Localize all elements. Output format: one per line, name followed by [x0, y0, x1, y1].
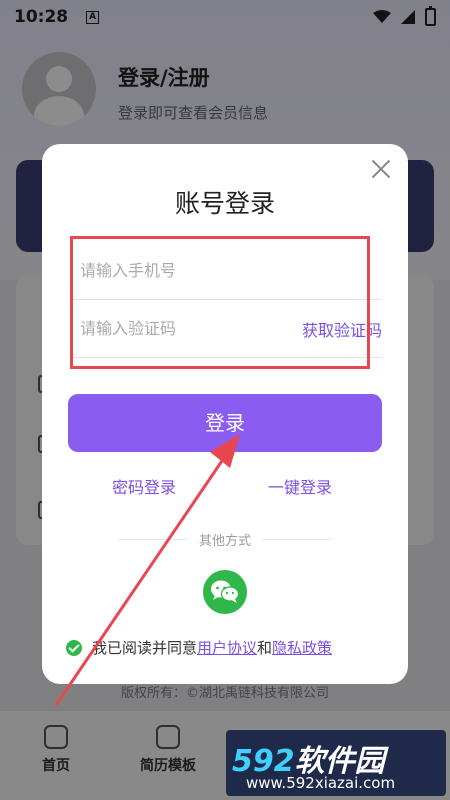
watermark-url: www.592xiazai.com: [246, 774, 396, 792]
dialog-title: 账号登录: [174, 189, 275, 218]
copyright-text: 版权所有：©湖北禹链科技有限公司: [120, 686, 329, 701]
user-agreement-link[interactable]: 用户协议: [197, 637, 257, 658]
close-icon[interactable]: [370, 158, 392, 180]
agreement-row: 我已阅读并同意 用户协议 和 隐私政策: [66, 637, 332, 658]
wechat-login-button[interactable]: [203, 570, 247, 614]
login-button[interactable]: 登录: [68, 394, 382, 452]
other-methods-label: 其他方式: [198, 534, 251, 549]
privacy-policy-link[interactable]: 隐私政策: [272, 637, 332, 658]
one-click-login-link[interactable]: 一键登录: [268, 474, 332, 498]
phone-field: [70, 242, 382, 300]
wechat-icon: [211, 580, 240, 603]
phone-input[interactable]: [70, 242, 382, 299]
agree-checkbox[interactable]: [66, 639, 82, 656]
get-code-button[interactable]: 获取验证码: [302, 317, 382, 341]
site-watermark: 592软件园 www.592xiazai.com: [226, 730, 446, 796]
divider-right: [262, 539, 332, 540]
login-dialog: 账号登录 获取验证码 登录 密码登录 一键登录 其他方式 我已阅读并同意 用户协…: [42, 144, 408, 684]
agree-and: 和: [257, 639, 273, 657]
password-login-link[interactable]: 密码登录: [112, 474, 176, 498]
agree-prefix: 我已阅读并同意: [92, 639, 198, 657]
code-field: 获取验证码: [70, 300, 382, 358]
